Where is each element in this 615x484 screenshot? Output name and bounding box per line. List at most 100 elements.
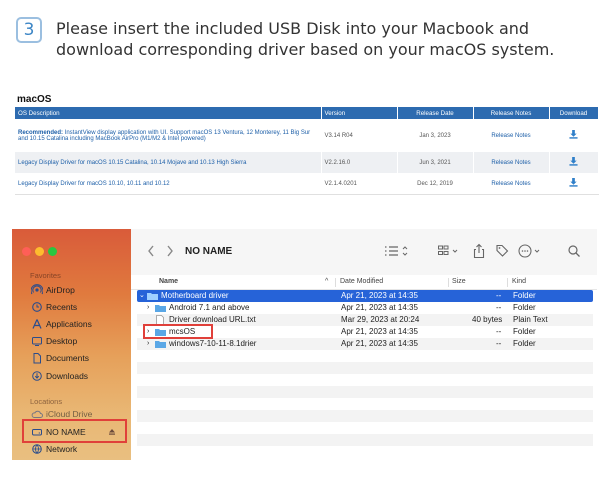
header-version: Version [321, 107, 398, 119]
group-icon[interactable] [437, 242, 461, 260]
sidebar-item-label: Applications [46, 319, 92, 329]
column-name[interactable]: Name [159, 278, 178, 285]
close-window-button[interactable] [22, 247, 31, 256]
applications-icon [32, 319, 42, 329]
step-text: Please insert the included USB Disk into… [56, 19, 555, 59]
empty-row [137, 386, 593, 398]
os-description-cell[interactable]: Recommended: InstantView display applica… [15, 119, 322, 152]
folder-icon [155, 305, 166, 312]
step-number-badge: 3 [16, 17, 42, 43]
file-kind: Folder [513, 303, 536, 312]
file-date: Apr 21, 2023 at 14:35 [341, 339, 418, 348]
sidebar-item-label: Downloads [46, 371, 89, 381]
finder-toolbar: NO NAME [131, 229, 597, 275]
header-download: Download [549, 107, 599, 119]
file-kind: Plain Text [513, 315, 548, 324]
finder-main: NO NAME Name ^ Date Modified Size Kind ⌄… [131, 229, 597, 460]
sidebar-section-locations: Locations [30, 397, 63, 406]
header-release-date: Release Date [397, 107, 474, 119]
downloads-icon [32, 371, 42, 381]
release-notes-link[interactable]: Release Notes [473, 152, 550, 173]
list-view-icon[interactable] [383, 242, 409, 260]
file-row-windows[interactable]: › windows7-10-11-8.1drier Apr 21, 2023 a… [137, 338, 593, 350]
search-icon[interactable] [567, 242, 581, 260]
more-actions-icon[interactable] [517, 242, 543, 260]
sidebar-item-label: Desktop [46, 336, 78, 346]
version-cell: V2.2.16.0 [321, 152, 398, 173]
tag-icon[interactable] [495, 242, 509, 260]
file-date: Apr 21, 2023 at 14:35 [341, 303, 418, 312]
empty-row [137, 410, 593, 422]
column-kind[interactable]: Kind [512, 278, 526, 285]
finder-window: Favorites AirDrop Recents Applications D… [12, 229, 597, 460]
download-button[interactable] [549, 152, 599, 173]
column-size[interactable]: Size [452, 278, 466, 285]
file-date: Apr 21, 2023 at 14:35 [341, 291, 418, 300]
file-name: Android 7.1 and above [169, 303, 250, 312]
file-kind: Folder [513, 339, 536, 348]
disclosure-collapsed-icon[interactable]: › [147, 302, 149, 314]
empty-row [137, 362, 593, 374]
folder-icon [147, 293, 158, 300]
file-size: -- [496, 339, 502, 348]
file-kind: Folder [513, 291, 536, 300]
airdrop-icon [31, 284, 43, 295]
disclosure-expanded-icon[interactable]: ⌄ [139, 290, 145, 302]
download-icon[interactable] [569, 178, 578, 187]
forward-icon[interactable] [165, 242, 175, 260]
table-header-row: OS Description Version Release Date Rele… [15, 107, 599, 119]
sidebar-item-label: Recents [46, 302, 78, 312]
zoom-window-button[interactable] [48, 247, 57, 256]
file-size: -- [496, 291, 502, 300]
highlight-box [143, 324, 213, 339]
disclosure-collapsed-icon[interactable]: › [147, 338, 149, 350]
sidebar-section-favorites: Favorites [30, 271, 61, 280]
release-notes-link[interactable]: Release Notes [473, 119, 550, 152]
sort-chevron-icon[interactable]: ^ [325, 278, 328, 285]
sidebar-item-label: Documents [46, 353, 89, 363]
clock-icon [32, 302, 42, 312]
window-title: NO NAME [185, 246, 233, 257]
share-icon[interactable] [472, 242, 486, 260]
desktop-icon [32, 337, 42, 346]
download-button[interactable] [549, 173, 599, 195]
document-icon [33, 353, 41, 364]
header-os-description: OS Description [15, 107, 322, 119]
download-icon[interactable] [569, 157, 578, 166]
file-kind: Folder [513, 327, 536, 336]
network-icon [32, 444, 42, 454]
section-title: macOS [17, 94, 52, 105]
release-date-cell: Jan 3, 2023 [397, 119, 474, 152]
release-date-cell: Jun 3, 2021 [397, 152, 474, 173]
back-icon[interactable] [146, 242, 156, 260]
file-size: -- [496, 327, 502, 336]
os-description[interactable]: Legacy Display Driver for macOS 10.10, 1… [15, 173, 322, 195]
file-row-motherboard-driver[interactable]: ⌄ Motherboard driver Apr 21, 2023 at 14:… [137, 290, 593, 302]
os-description[interactable]: Legacy Display Driver for macOS 10.15 Ca… [15, 152, 322, 173]
table-row: Legacy Display Driver for macOS 10.10, 1… [15, 173, 599, 195]
file-date: Apr 21, 2023 at 14:35 [341, 327, 418, 336]
download-button[interactable] [549, 119, 599, 152]
folder-icon [155, 341, 166, 348]
file-row-android[interactable]: › Android 7.1 and above Apr 21, 2023 at … [137, 302, 593, 314]
file-size: -- [496, 303, 502, 312]
version-cell: V3.14 R04 [321, 119, 398, 152]
download-icon[interactable] [569, 130, 578, 139]
finder-sidebar: Favorites AirDrop Recents Applications D… [12, 229, 131, 460]
file-size: 40 bytes [472, 315, 503, 324]
file-name: Motherboard driver [161, 291, 229, 300]
sidebar-item-label: Network [46, 444, 78, 454]
release-notes-link[interactable]: Release Notes [473, 173, 550, 195]
table-row: Recommended: InstantView display applica… [15, 119, 599, 152]
driver-download-table: OS Description Version Release Date Rele… [15, 107, 599, 195]
header-release-notes: Release Notes [473, 107, 550, 119]
sidebar-item-label: AirDrop [46, 285, 75, 295]
release-date-cell: Dec 12, 2019 [397, 173, 474, 195]
table-row: Legacy Display Driver for macOS 10.15 Ca… [15, 152, 599, 173]
column-header: Name ^ Date Modified Size Kind [131, 275, 597, 290]
file-name: windows7-10-11-8.1drier [169, 339, 257, 348]
file-date: Mar 29, 2023 at 20:24 [341, 315, 420, 324]
empty-row [137, 434, 593, 446]
column-date-modified[interactable]: Date Modified [340, 278, 383, 285]
minimize-window-button[interactable] [35, 247, 44, 256]
